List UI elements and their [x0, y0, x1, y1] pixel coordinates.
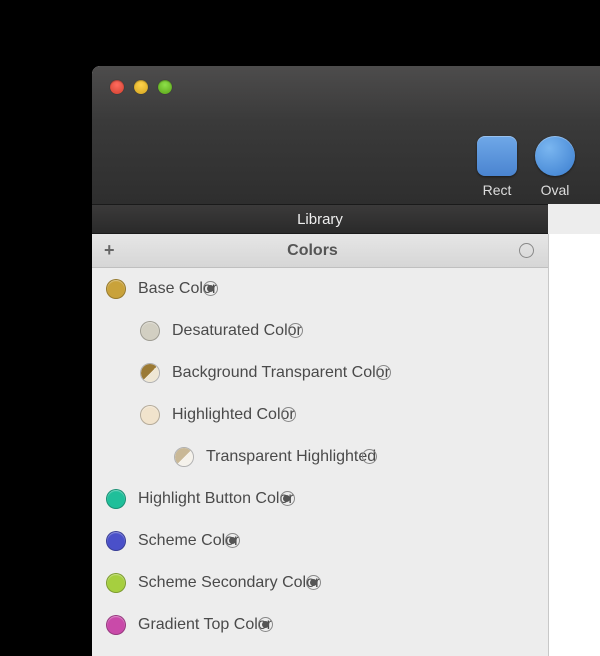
colors-section-title: Colors	[287, 242, 338, 260]
color-item-label: Desaturated Color	[172, 322, 302, 340]
rect-tool[interactable]: Rect	[477, 136, 517, 198]
color-item-label: Highlighted Color	[172, 406, 295, 424]
color-swatch	[174, 447, 194, 467]
window-titlebar: Rect Oval	[92, 66, 600, 204]
content-row: + Colors Base Color Desaturated Color Back…	[92, 234, 600, 656]
color-list: Base Color Desaturated Color Background Tr…	[92, 268, 548, 646]
color-item[interactable]: Gradient Top Color	[92, 604, 548, 646]
color-item-label: Background Transparent Color	[172, 364, 390, 382]
color-swatch	[106, 489, 126, 509]
color-item-radio[interactable]	[376, 365, 391, 380]
color-item-label: Scheme Secondary Color	[138, 574, 320, 592]
color-item-label: Scheme Color	[138, 532, 239, 550]
color-item-radio[interactable]	[280, 491, 295, 506]
minimize-window-button[interactable]	[134, 80, 148, 94]
color-swatch	[106, 615, 126, 635]
oval-tool-label: Oval	[541, 182, 570, 198]
shape-toolbar: Rect Oval	[477, 136, 575, 198]
color-swatch	[106, 279, 126, 299]
color-item-label: Highlight Button Color	[138, 490, 294, 508]
color-item[interactable]: Transparent Highlighted	[92, 436, 548, 478]
color-item-radio[interactable]	[281, 407, 296, 422]
oval-tool[interactable]: Oval	[535, 136, 575, 198]
color-swatch	[106, 531, 126, 551]
color-item[interactable]: Desaturated Color	[92, 310, 548, 352]
close-window-button[interactable]	[110, 80, 124, 94]
color-item-label: Transparent Highlighted	[206, 448, 376, 466]
color-item[interactable]: Base Color	[92, 268, 548, 310]
color-item-radio[interactable]	[258, 617, 273, 632]
color-item[interactable]: Scheme Secondary Color	[92, 562, 548, 604]
zoom-window-button[interactable]	[158, 80, 172, 94]
colors-section-header: + Colors	[92, 234, 548, 268]
rect-icon	[477, 136, 517, 176]
library-tab[interactable]: Library	[297, 211, 343, 228]
app-window: Rect Oval Library + Colors Base Color Des…	[92, 66, 600, 656]
canvas-area[interactable]	[548, 234, 600, 656]
colors-section-radio[interactable]	[519, 243, 534, 258]
panel-tabbar: Library	[92, 204, 548, 234]
traffic-lights	[110, 80, 172, 94]
add-color-button[interactable]: +	[104, 240, 115, 261]
library-sidebar: + Colors Base Color Desaturated Color Back…	[92, 234, 548, 656]
color-swatch	[140, 363, 160, 383]
color-swatch	[140, 321, 160, 341]
color-item[interactable]: Highlighted Color	[92, 394, 548, 436]
color-swatch	[106, 573, 126, 593]
color-item-radio[interactable]	[288, 323, 303, 338]
color-item[interactable]: Scheme Color	[92, 520, 548, 562]
color-item[interactable]: Background Transparent Color	[92, 352, 548, 394]
color-item[interactable]: Highlight Button Color	[92, 478, 548, 520]
oval-icon	[535, 136, 575, 176]
color-swatch	[140, 405, 160, 425]
color-item-label: Gradient Top Color	[138, 616, 272, 634]
rect-tool-label: Rect	[483, 182, 512, 198]
